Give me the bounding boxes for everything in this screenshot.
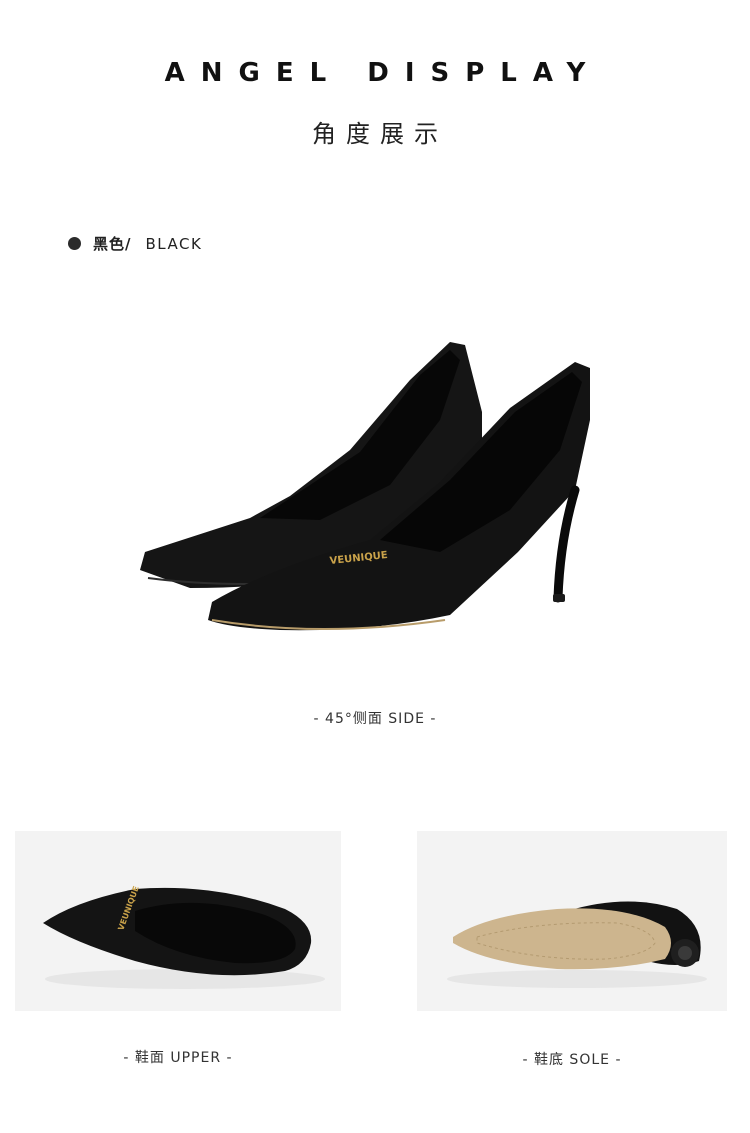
color-name-en: BLACK xyxy=(145,234,203,253)
color-swatch-icon xyxy=(68,237,81,250)
sole-view-illustration xyxy=(447,901,707,988)
color-option: 黑色/ BLACK xyxy=(68,233,202,254)
page-title-en: ANGEL DISPLAY xyxy=(164,58,602,88)
side-view-caption: - 45°侧面 SIDE - xyxy=(313,711,437,727)
upper-view-photo: VEUNIQUE xyxy=(15,831,341,1011)
upper-view-illustration: VEUNIQUE xyxy=(43,885,325,989)
color-name-cn: 黑色/ xyxy=(93,235,132,253)
sole-view-caption: - 鞋底 SOLE - xyxy=(522,1052,622,1068)
sole-view-photo xyxy=(417,831,727,1011)
page-title-cn: 角度展示 xyxy=(312,120,448,148)
upper-view-caption: - 鞋面 UPPER - xyxy=(123,1050,233,1066)
side-view-photo: VEUNIQUE xyxy=(140,342,590,631)
